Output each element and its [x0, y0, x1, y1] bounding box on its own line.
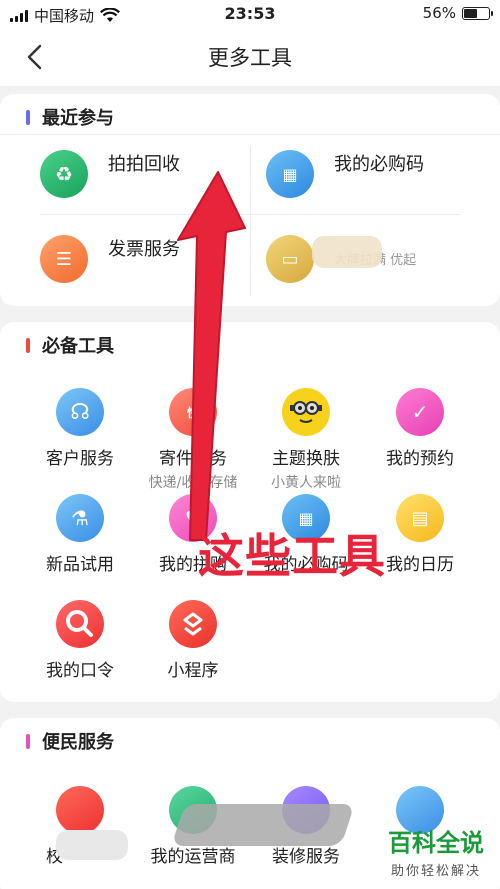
- watermark-title: 百科全说: [388, 829, 484, 857]
- campus-icon: [56, 786, 104, 834]
- blurred-region: [56, 830, 128, 860]
- tool-subtitle: 小黄人来啦: [271, 475, 341, 491]
- tool-group-buy[interactable]: ♥ 我的拼购: [133, 494, 253, 575]
- tool-label: 客户服务: [46, 449, 114, 469]
- services-section-title: 便民服务: [42, 732, 114, 753]
- calendar-icon: ▤: [396, 494, 444, 542]
- tool-trial[interactable]: ⚗ 新品试用: [20, 494, 140, 575]
- essential-tools-section: 必备工具 ☊ 客户服务 快 寄件服务 快递/收纳存储 主题换肤 小黄人来啦 ✓ …: [0, 322, 500, 702]
- tool-customer-service[interactable]: ☊ 客户服务: [20, 388, 140, 469]
- recent-item-label: 我的必购码: [334, 154, 424, 175]
- invoice-icon: ☰: [40, 235, 88, 283]
- tool-purchase-code[interactable]: ▦ 我的必购码: [246, 494, 366, 575]
- tool-label: 我的日历: [386, 555, 454, 575]
- tool-shipping[interactable]: 快 寄件服务 快递/收纳存储: [133, 388, 253, 492]
- recycle-icon: ♻: [40, 150, 88, 198]
- tool-label: 我的必购码: [263, 555, 349, 575]
- headset-icon: ☊: [56, 388, 104, 436]
- mini-program-icon: [169, 600, 217, 648]
- recent-item-label: 发票服务: [108, 239, 180, 260]
- status-right: 56%: [422, 4, 493, 22]
- tool-theme[interactable]: 主题换肤 小黄人来啦: [246, 388, 366, 492]
- recent-section-header: 最近参与: [26, 104, 114, 130]
- package-icon: 快: [169, 388, 217, 436]
- services-section-header: 便民服务: [26, 728, 114, 754]
- nav-bar: 更多工具: [0, 28, 500, 86]
- essential-section-header: 必备工具: [26, 332, 114, 358]
- qr-code-icon: ▦: [282, 494, 330, 542]
- tool-label: 我的口令: [46, 661, 114, 681]
- essential-section-title: 必备工具: [42, 336, 114, 357]
- tool-mini-program[interactable]: 小程序: [133, 600, 253, 681]
- search-icon: [56, 600, 104, 648]
- watermark: 百科全说 助你轻松解决: [388, 823, 484, 879]
- tool-reservation[interactable]: ✓ 我的预约: [360, 388, 480, 469]
- tool-label: 我的预约: [386, 449, 454, 469]
- recent-item-recycle[interactable]: ♻ 拍拍回收: [40, 144, 180, 198]
- flask-icon: ⚗: [56, 494, 104, 542]
- blurred-region: [312, 236, 382, 268]
- calendar-check-icon: ✓: [396, 388, 444, 436]
- tool-label: 新品试用: [46, 555, 114, 575]
- recent-item-purchase-code[interactable]: ▦ 我的必购码: [266, 144, 424, 198]
- page-title: 更多工具: [208, 46, 292, 70]
- battery-icon: [462, 6, 493, 20]
- tool-label: 小程序: [167, 661, 219, 681]
- recent-item-label: 拍拍回收: [108, 154, 180, 175]
- tool-passcode[interactable]: 我的口令: [20, 600, 140, 681]
- wallet-icon: ▭: [266, 235, 314, 283]
- battery-percent: 56%: [422, 4, 456, 22]
- recent-section-title: 最近参与: [42, 108, 114, 129]
- tool-label: 我的拼购: [159, 555, 227, 575]
- recent-item-invoice[interactable]: ☰ 发票服务: [40, 229, 180, 283]
- tool-label: 主题换肤: [272, 449, 340, 469]
- tool-calendar[interactable]: ▤ 我的日历: [360, 494, 480, 575]
- recent-section: 最近参与 ♻ 拍拍回收 ▦ 我的必购码 ☰ 发票服务 ▭ 大牌拉满 优起: [0, 94, 500, 306]
- minion-icon: [282, 388, 330, 436]
- group-buy-icon: ♥: [169, 494, 217, 542]
- blurred-region: [171, 804, 355, 846]
- qr-code-icon: ▦: [266, 150, 314, 198]
- tool-label: 寄件服务: [159, 449, 227, 469]
- status-bar: 中国移动 23:53 56%: [0, 0, 500, 28]
- tool-subtitle: 快递/收纳存储: [148, 475, 238, 491]
- watermark-subtitle: 助你轻松解决: [390, 864, 481, 879]
